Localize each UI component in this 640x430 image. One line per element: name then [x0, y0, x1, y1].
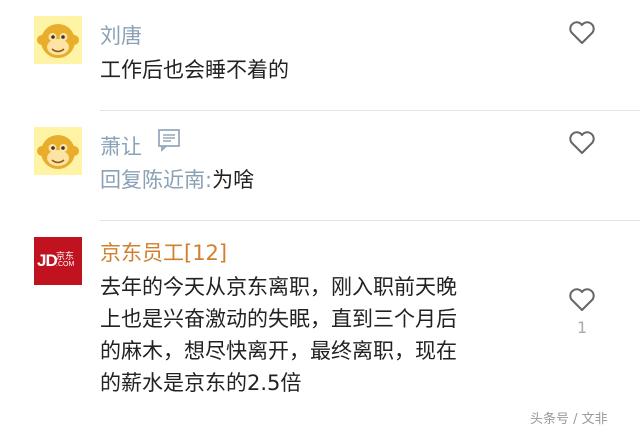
comment-line: 的薪水是京东的2.5倍	[100, 371, 302, 395]
comment-line: 的麻木，想尽快离开，最终离职，现在	[100, 339, 457, 363]
heart-icon[interactable]	[568, 287, 596, 313]
watermark: 头条号 / 文非	[530, 412, 608, 427]
jd-logo-avatar[interactable]: JD 京东 .COM	[34, 237, 82, 285]
comment-line: 去年的今天从京东离职，刚入职前天晚	[100, 275, 457, 299]
jd-logo-letters: JD	[37, 251, 58, 270]
username[interactable]: 京东员工[12]	[100, 237, 227, 267]
comment-3: JD 京东 .COM 京东员工[12] 去年的今天从京东离职，刚入职前天晚 上也…	[0, 0, 640, 430]
jd-logo-com: .COM	[56, 261, 75, 268]
like-count: 1	[577, 318, 588, 337]
comment-line: 上也是兴奋激动的失眠，直到三个月后	[100, 307, 457, 331]
